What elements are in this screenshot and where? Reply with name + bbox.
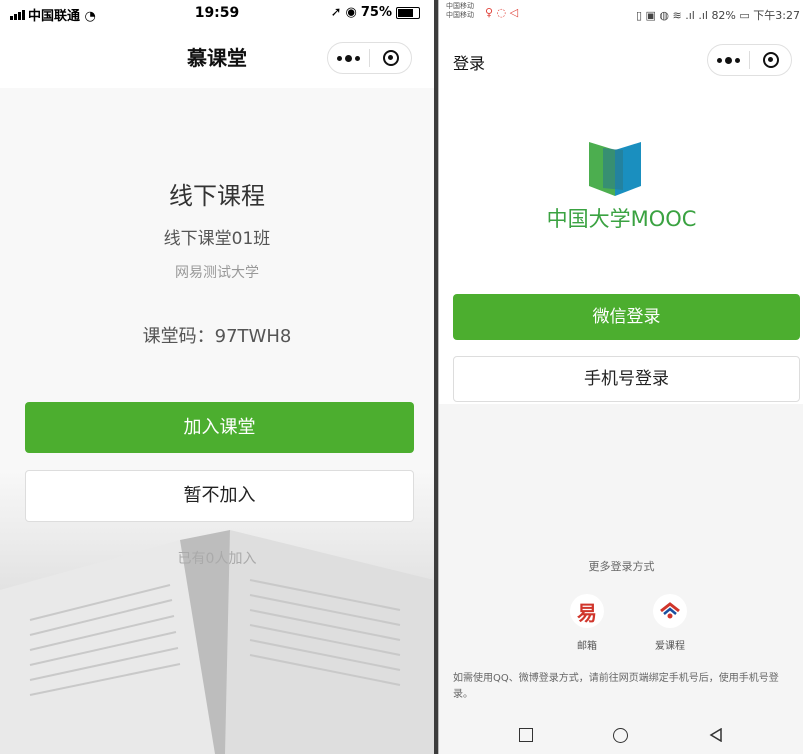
notification-icons: ♀ ◌ ◁ [485,6,519,19]
more-login-label: 更多登录方式 [588,560,655,573]
carrier-2: 中国移动 [446,11,474,19]
email-login-label: 邮箱 [577,641,597,652]
email-login-option[interactable]: 易 邮箱 [557,594,617,652]
course-title: 线下课程 [169,182,265,210]
ios-status-bar: 中国联通 ◔ 19:59 ➚ ◉ 75% [0,0,434,28]
close-miniprogram-button[interactable] [370,43,411,73]
android-nav-bar [439,716,803,754]
more-button[interactable] [328,43,369,73]
status-icons: ▯ ▣ ◍ ≋ .ıl .ıl [635,9,712,22]
location-icon: ➚ [330,5,342,20]
battery-icon [396,6,420,19]
school-name: 网易测试大学 [175,265,259,281]
target-icon [762,52,779,68]
battery-icon: ▭ [739,9,750,22]
back-icon[interactable] [709,728,723,742]
status-time: 下午3:27 [753,9,800,22]
class-name: 线下课堂01班 [163,229,271,249]
target-icon [382,50,399,66]
skip-join-button[interactable]: 暂不加入 [25,470,414,522]
netease-mail-icon: 易 [570,594,604,628]
class-code: 课堂码：97TWH8 [142,326,292,347]
mini-program-navbar: 慕课堂 [0,28,434,88]
battery-percent: 82% [711,9,736,22]
more-button[interactable] [708,45,749,75]
android-status-bar: 中国移动 中国移动 ♀ ◌ ◁ ▯ ▣ ◍ ≋ .ıl .ıl 82% ▭ 下午… [439,0,803,26]
joined-count: 已有0人加入 [177,551,257,567]
wechat-login-button[interactable]: 微信登录 [453,294,800,340]
icourse-login-option[interactable]: 爱课程 [640,594,700,652]
more-dots-icon [337,54,360,62]
phone-login-button[interactable]: 手机号登录 [453,356,800,402]
mooc-logo-icon [589,142,641,196]
home-icon[interactable] [613,727,629,743]
mini-program-navbar: 登录 [439,26,803,96]
login-note: 如需使用QQ、微博登录方式，请前往网页端绑定手机号后，使用手机号登录。 [453,673,779,700]
icourse-login-label: 爱课程 [655,641,685,652]
join-class-button[interactable]: 加入课堂 [25,402,414,453]
brand-name: 中国大学MOOC [546,207,697,231]
more-dots-icon [717,56,740,64]
left-phone-screen: 中国联通 ◔ 19:59 ➚ ◉ 75% 慕课堂 线下课程 线下课堂01班 网易… [0,0,434,754]
right-phone-screen: 中国移动 中国移动 ♀ ◌ ◁ ▯ ▣ ◍ ≋ .ıl .ıl 82% ▭ 下午… [438,0,803,754]
page-title: 登录 [453,54,486,73]
close-miniprogram-button[interactable] [750,45,791,75]
status-right: ▯ ▣ ◍ ≋ .ıl .ıl 82% ▭ 下午3:27 [636,7,800,23]
capsule-menu [707,44,792,76]
icourse-icon [653,594,687,628]
alarm-icon: ◉ [345,5,357,20]
carrier-1: 中国移动 [446,2,474,10]
status-right: ➚ ◉ 75% [331,5,420,20]
carrier-list: 中国移动 中国移动 [446,2,474,20]
battery-percent: 75% [360,5,392,20]
capsule-menu [327,42,412,74]
recent-apps-icon[interactable] [519,728,534,742]
